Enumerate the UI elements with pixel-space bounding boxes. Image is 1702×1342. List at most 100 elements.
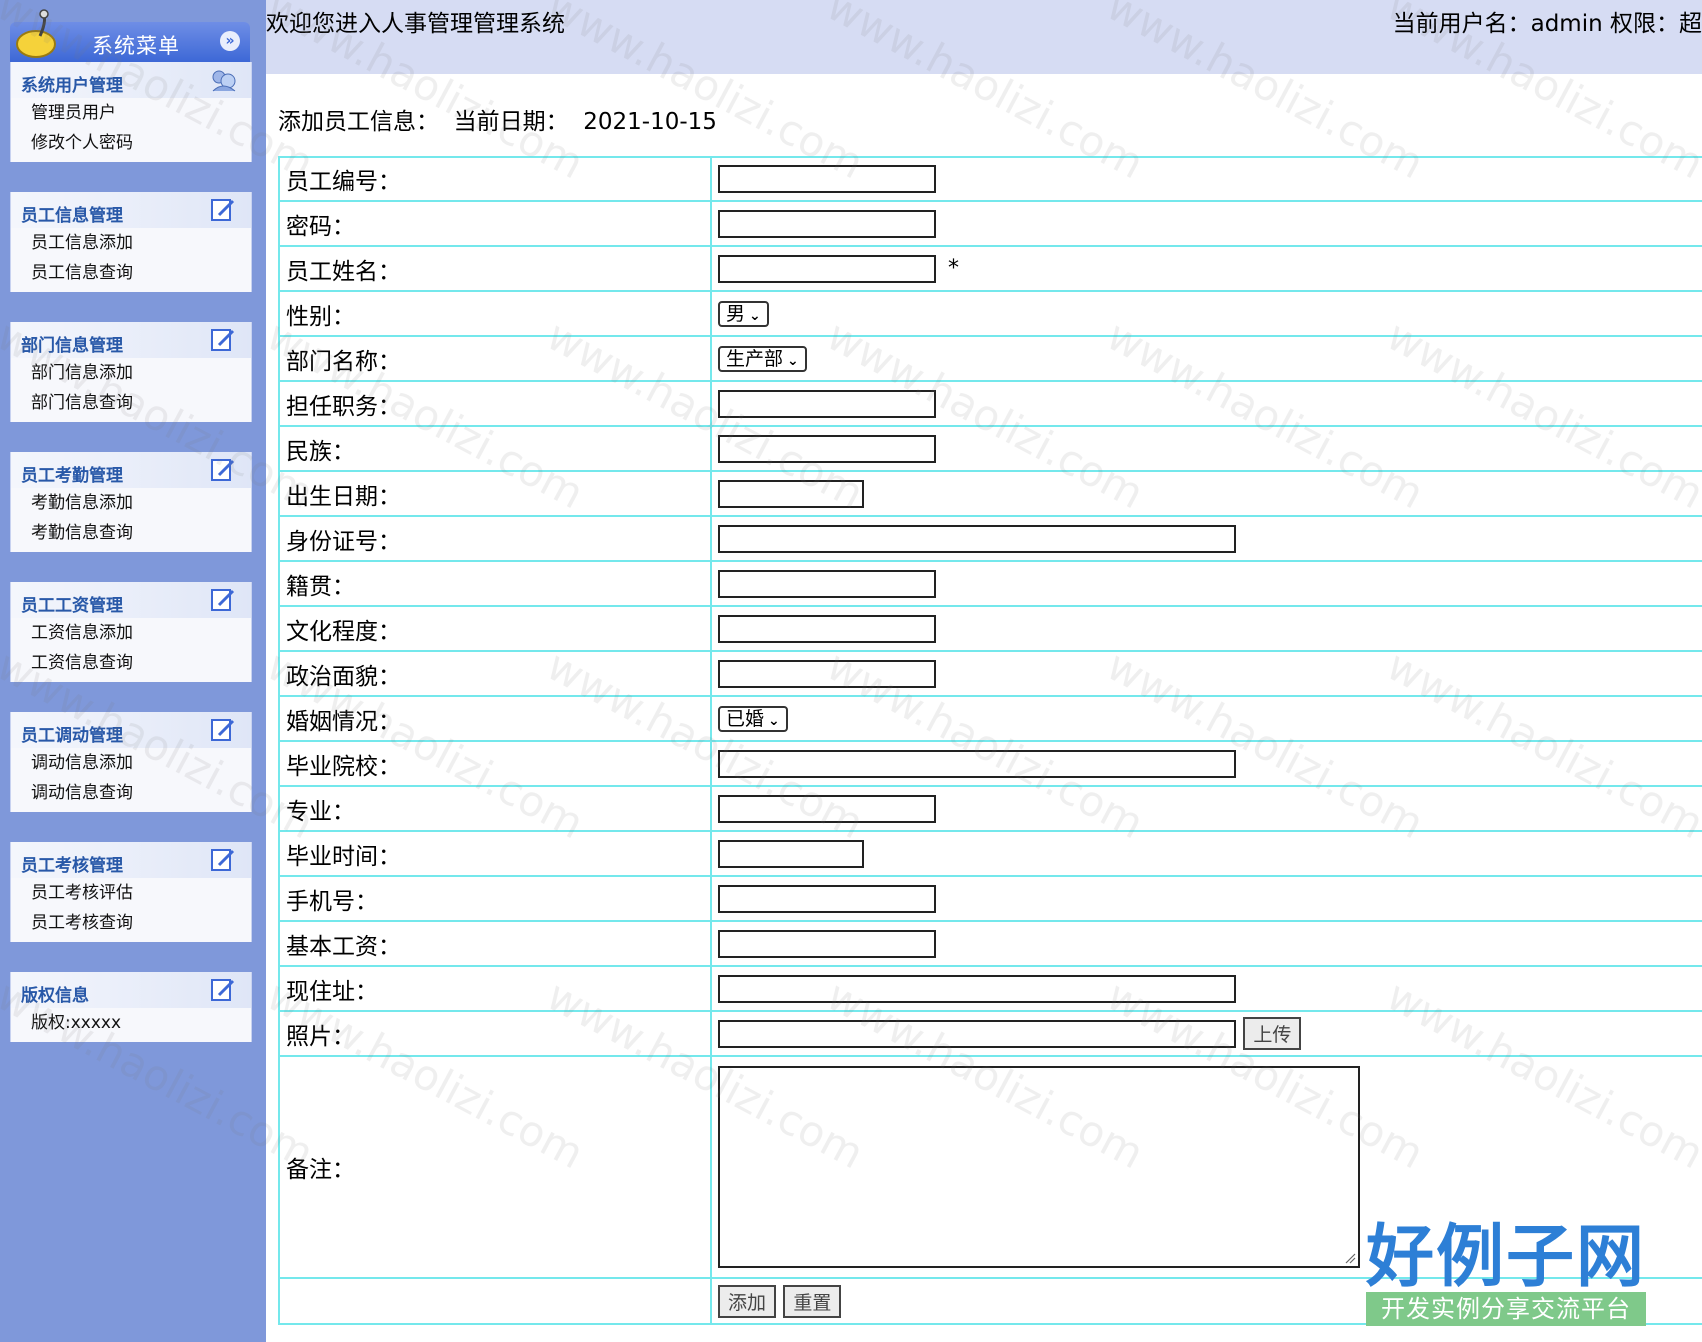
form-row: 民族： bbox=[278, 425, 1702, 472]
sidebar-header: 系统菜单 » bbox=[10, 9, 250, 62]
label-position: 担任职务： bbox=[278, 380, 712, 427]
label-gender: 性别： bbox=[278, 290, 712, 337]
form-row: 部门名称： 生产部 ⌄ bbox=[278, 335, 1702, 382]
broom-icon bbox=[16, 9, 56, 58]
form-row: 密码： bbox=[278, 200, 1702, 247]
photo-input[interactable] bbox=[718, 1019, 1236, 1048]
name-input[interactable] bbox=[718, 254, 936, 283]
sidebar-item-transfer-add[interactable]: 调动信息添加 bbox=[11, 748, 251, 778]
address-input[interactable] bbox=[718, 974, 1236, 1003]
form-row: 照片： 上传 bbox=[278, 1010, 1702, 1057]
form-row: 婚姻情况： 已婚 ⌄ bbox=[278, 695, 1702, 742]
label-phone: 手机号： bbox=[278, 875, 712, 922]
sidebar-item-change-password[interactable]: 修改个人密码 bbox=[11, 128, 251, 158]
dept-select[interactable]: 生产部 ⌄ bbox=[718, 345, 807, 372]
id-card-input[interactable] bbox=[718, 524, 1236, 553]
reset-button[interactable]: 重置 bbox=[783, 1284, 842, 1318]
emp-no-input[interactable] bbox=[718, 165, 936, 193]
form-row: 政治面貌： bbox=[278, 650, 1702, 697]
edit-icon bbox=[211, 329, 235, 351]
phone-input[interactable] bbox=[718, 884, 936, 913]
panel-employee-info: 员工信息管理 员工信息添加 员工信息查询 bbox=[10, 192, 252, 292]
grad-date-input[interactable] bbox=[718, 839, 864, 868]
label-marital: 婚姻情况： bbox=[278, 695, 712, 742]
label-password: 密码： bbox=[278, 200, 712, 247]
label-address: 现住址： bbox=[278, 965, 712, 1012]
label-political: 政治面貌： bbox=[278, 650, 712, 697]
panel-title: 员工考核管理 bbox=[21, 856, 123, 876]
form-row: 员工姓名： * bbox=[278, 245, 1702, 292]
panel-assessment: 员工考核管理 员工考核评估 员工考核查询 bbox=[10, 842, 252, 942]
panel-attendance: 员工考勤管理 考勤信息添加 考勤信息查询 bbox=[10, 452, 252, 552]
panel-department-info: 部门信息管理 部门信息添加 部门信息查询 bbox=[10, 322, 252, 422]
sidebar-item-assessment-query[interactable]: 员工考核查询 bbox=[11, 908, 251, 938]
political-input[interactable] bbox=[718, 659, 936, 688]
sidebar-item-department-query[interactable]: 部门信息查询 bbox=[11, 388, 251, 418]
panel-header[interactable]: 员工考核管理 bbox=[11, 842, 251, 878]
education-input[interactable] bbox=[718, 614, 936, 643]
ethnicity-input[interactable] bbox=[718, 434, 936, 463]
form-row: 员工编号： bbox=[278, 156, 1702, 202]
panel-title: 员工工资管理 bbox=[21, 596, 123, 616]
panel-title: 员工信息管理 bbox=[21, 206, 123, 226]
label-ethnicity: 民族： bbox=[278, 425, 712, 472]
upload-button[interactable]: 上传 bbox=[1243, 1017, 1302, 1050]
sidebar-item-employee-query[interactable]: 员工信息查询 bbox=[11, 258, 251, 288]
form-row: 籍贯： bbox=[278, 560, 1702, 607]
edit-icon bbox=[211, 719, 235, 741]
salary-input[interactable] bbox=[718, 929, 936, 958]
panel-salary: 员工工资管理 工资信息添加 工资信息查询 bbox=[10, 582, 252, 682]
panel-header[interactable]: 版权信息 bbox=[11, 972, 251, 1008]
label-dept: 部门名称： bbox=[278, 335, 712, 382]
label-education: 文化程度： bbox=[278, 605, 712, 652]
panel-header[interactable]: 员工信息管理 bbox=[11, 192, 251, 228]
sidebar-item-salary-query[interactable]: 工资信息查询 bbox=[11, 648, 251, 678]
label-major: 专业： bbox=[278, 785, 712, 832]
sidebar-item-admin-users[interactable]: 管理员用户 bbox=[11, 98, 251, 128]
label-grad-date: 毕业时间： bbox=[278, 830, 712, 877]
marital-value: 已婚 bbox=[726, 707, 765, 730]
panel-title: 员工考勤管理 bbox=[21, 466, 123, 486]
sidebar-item-attendance-add[interactable]: 考勤信息添加 bbox=[11, 488, 251, 518]
remark-textarea[interactable] bbox=[718, 1066, 1360, 1268]
sidebar-item-attendance-query[interactable]: 考勤信息查询 bbox=[11, 518, 251, 548]
label-name: 员工姓名： bbox=[278, 245, 712, 292]
label-emp-no: 员工编号： bbox=[278, 156, 712, 202]
panel-transfer: 员工调动管理 调动信息添加 调动信息查询 bbox=[10, 712, 252, 812]
sidebar-item-salary-add[interactable]: 工资信息添加 bbox=[11, 618, 251, 648]
position-input[interactable] bbox=[718, 389, 936, 418]
sidebar-item-transfer-query[interactable]: 调动信息查询 bbox=[11, 778, 251, 808]
panel-header[interactable]: 系统用户管理 bbox=[11, 62, 251, 98]
label-photo: 照片： bbox=[278, 1010, 712, 1057]
chevron-down-icon: ⌄ bbox=[787, 352, 799, 369]
panel-header[interactable]: 部门信息管理 bbox=[11, 322, 251, 358]
edit-icon bbox=[211, 199, 235, 221]
panel-header[interactable]: 员工工资管理 bbox=[11, 582, 251, 618]
resize-grip-icon[interactable] bbox=[1344, 1252, 1356, 1264]
collapse-icon[interactable]: » bbox=[220, 31, 240, 51]
required-mark: * bbox=[948, 256, 959, 281]
marital-select[interactable]: 已婚 ⌄ bbox=[718, 705, 788, 732]
sidebar-item-department-add[interactable]: 部门信息添加 bbox=[11, 358, 251, 388]
label-school: 毕业院校： bbox=[278, 740, 712, 787]
gender-select[interactable]: 男 ⌄ bbox=[718, 300, 769, 327]
panel-header[interactable]: 员工调动管理 bbox=[11, 712, 251, 748]
employee-form: 员工编号： 密码： 员工姓名： * 性别： 男 ⌄ 部门名称： 生产部 ⌄ 担任职务… bbox=[278, 156, 1702, 1325]
brand-tagline: 开发实例分享交流平台 bbox=[1366, 1292, 1646, 1326]
sidebar-item-assessment-evaluate[interactable]: 员工考核评估 bbox=[11, 878, 251, 908]
form-row: 毕业时间： bbox=[278, 830, 1702, 877]
form-row: 出生日期： bbox=[278, 470, 1702, 517]
password-input[interactable] bbox=[718, 209, 936, 238]
add-button[interactable]: 添加 bbox=[718, 1284, 777, 1318]
panel-header[interactable]: 员工考勤管理 bbox=[11, 452, 251, 488]
edit-icon bbox=[211, 459, 235, 481]
label-salary: 基本工资： bbox=[278, 920, 712, 967]
native-place-input[interactable] bbox=[718, 569, 936, 598]
birthdate-input[interactable] bbox=[718, 479, 864, 508]
chevron-down-icon: ⌄ bbox=[749, 307, 761, 324]
edit-icon bbox=[211, 849, 235, 871]
panel-title: 版权信息 bbox=[21, 986, 89, 1006]
school-input[interactable] bbox=[718, 749, 1236, 778]
sidebar-item-employee-add[interactable]: 员工信息添加 bbox=[11, 228, 251, 258]
major-input[interactable] bbox=[718, 794, 936, 823]
